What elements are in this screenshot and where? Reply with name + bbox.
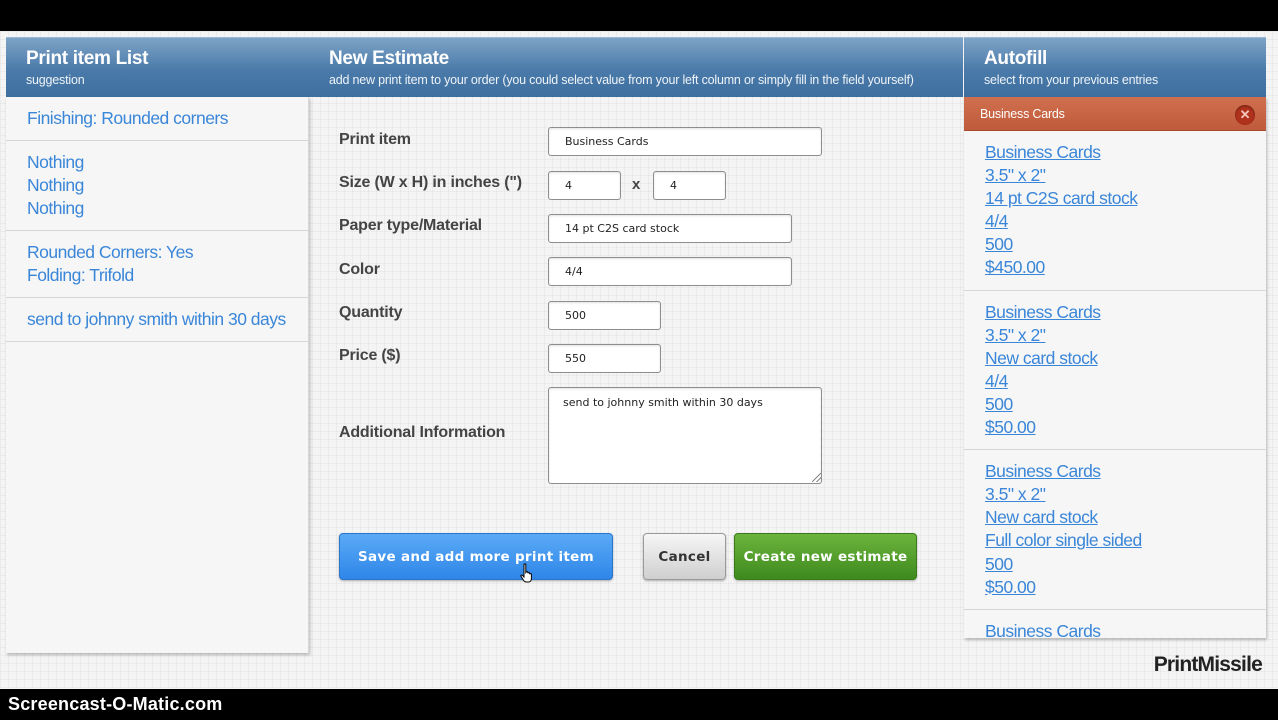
right-column-subtitle: select from your previous entries xyxy=(984,73,1159,87)
quantity-input[interactable] xyxy=(548,301,661,330)
print-item-input[interactable] xyxy=(548,127,822,156)
hand-cursor-icon xyxy=(520,563,532,583)
autofill-link[interactable]: 14 pt C2S card stock xyxy=(985,187,1266,210)
autofill-panel: Business Cards ✕ Business Cards 3.5" x 2… xyxy=(964,97,1266,638)
paper-type-input[interactable] xyxy=(548,214,792,243)
print-item-label: Print item xyxy=(339,131,411,148)
suggestion-line[interactable]: Nothing xyxy=(27,151,308,174)
paper-type-label: Paper type/Material xyxy=(339,217,482,234)
cancel-button[interactable]: Cancel xyxy=(643,533,726,580)
autofill-link[interactable]: Business Cards xyxy=(985,141,1266,164)
quantity-label: Quantity xyxy=(339,304,403,321)
size-separator: x xyxy=(632,176,641,193)
autofill-link[interactable]: 500 xyxy=(985,393,1266,416)
autofill-selected-bar[interactable]: Business Cards ✕ xyxy=(964,97,1266,131)
additional-info-textarea[interactable]: send to johnny smith within 30 days xyxy=(548,387,822,484)
right-column-title: Autofill xyxy=(984,48,1048,69)
autofill-link[interactable]: Business Cards xyxy=(985,620,1266,638)
size-label: Size (W x H) in inches (") xyxy=(339,174,522,191)
autofill-link[interactable]: Full color single sided xyxy=(985,529,1266,552)
autofill-entry[interactable]: Business Cards xyxy=(964,610,1266,638)
create-estimate-button[interactable]: Create new estimate xyxy=(734,533,917,580)
textarea-resize-handle[interactable] xyxy=(812,473,821,482)
size-width-input[interactable] xyxy=(548,171,621,200)
autofill-link[interactable]: New card stock xyxy=(985,506,1266,529)
left-column-header: Print item List suggestion xyxy=(6,37,309,97)
right-column-header: Autofill select from your previous entri… xyxy=(964,37,1266,97)
suggestion-line[interactable]: Rounded Corners: Yes xyxy=(27,241,308,264)
brand-logo: PrintMissile xyxy=(1153,653,1263,676)
price-label: Price ($) xyxy=(339,347,401,364)
autofill-selected-label: Business Cards xyxy=(980,107,1065,121)
suggestion-item[interactable]: Nothing Nothing Nothing xyxy=(6,141,308,231)
autofill-link[interactable]: 3.5" x 2" xyxy=(985,483,1266,506)
left-column-subtitle: suggestion xyxy=(26,73,85,87)
suggestion-item[interactable]: send to johnny smith within 30 days xyxy=(6,298,308,342)
autofill-link[interactable]: Business Cards xyxy=(985,301,1266,324)
middle-column-header: New Estimate add new print item to your … xyxy=(309,37,963,97)
suggestion-line[interactable]: send to johnny smith within 30 days xyxy=(27,308,308,331)
additional-info-label: Additional Information xyxy=(339,424,506,441)
autofill-link[interactable]: $50.00 xyxy=(985,576,1266,599)
autofill-link[interactable]: Business Cards xyxy=(985,460,1266,483)
suggestion-line[interactable]: Nothing xyxy=(27,174,308,197)
autofill-link[interactable]: 4/4 xyxy=(985,370,1266,393)
autofill-link[interactable]: 500 xyxy=(985,233,1266,256)
suggestion-line[interactable]: Finishing: Rounded corners xyxy=(27,107,308,130)
color-input[interactable] xyxy=(548,257,792,286)
autofill-link[interactable]: New card stock xyxy=(985,347,1266,370)
autofill-entry[interactable]: Business Cards 3.5" x 2" New card stock … xyxy=(964,291,1266,451)
suggestion-line[interactable]: Folding: Trifold xyxy=(27,264,308,287)
save-and-add-button[interactable]: Save and add more print item xyxy=(339,533,613,580)
autofill-link[interactable]: 3.5" x 2" xyxy=(985,324,1266,347)
suggestion-list: Finishing: Rounded corners Nothing Nothi… xyxy=(6,97,309,653)
suggestion-item[interactable]: Finishing: Rounded corners xyxy=(6,97,308,141)
autofill-entry[interactable]: Business Cards 3.5" x 2" 14 pt C2S card … xyxy=(964,131,1266,291)
color-label: Color xyxy=(339,261,380,278)
size-height-input[interactable] xyxy=(653,171,726,200)
autofill-entry[interactable]: Business Cards 3.5" x 2" New card stock … xyxy=(964,450,1266,610)
autofill-link[interactable]: 3.5" x 2" xyxy=(985,164,1266,187)
autofill-link[interactable]: $50.00 xyxy=(985,416,1266,439)
suggestion-line[interactable]: Nothing xyxy=(27,197,308,220)
autofill-link[interactable]: 500 xyxy=(985,553,1266,576)
middle-column-subtitle: add new print item to your order (you co… xyxy=(329,73,914,87)
autofill-link[interactable]: 4/4 xyxy=(985,210,1266,233)
recording-watermark: Screencast-O-Matic.com xyxy=(8,694,223,714)
autofill-link[interactable]: $450.00 xyxy=(985,256,1266,279)
close-icon[interactable]: ✕ xyxy=(1235,105,1255,125)
left-column-title: Print item List xyxy=(26,48,149,69)
middle-column-title: New Estimate xyxy=(329,48,449,69)
suggestion-item[interactable]: Rounded Corners: Yes Folding: Trifold xyxy=(6,231,308,298)
price-input[interactable] xyxy=(548,344,661,373)
